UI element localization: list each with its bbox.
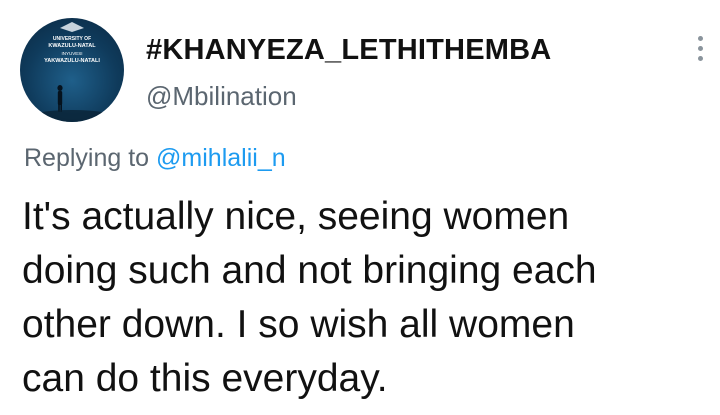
tweet-text: It's actually nice, seeing women doing s… — [22, 195, 597, 400]
university-logo-avatar-icon: UNIVERSITY OF KWAZULU-NATAL INYUVESI YAK… — [26, 22, 118, 122]
replying-to-line: Replying to @mihlalii_n — [24, 144, 286, 173]
reply-mention-link[interactable]: @mihlalii_n — [156, 144, 286, 172]
avatar-text-line-4: YAKWAZULU-NATALI — [44, 58, 100, 64]
avatar-text-line-3: INYUVESI — [61, 51, 82, 56]
reply-prefix: Replying to — [24, 144, 150, 172]
avatar-text-line-2: KWAZULU-NATAL — [48, 43, 96, 49]
avatar-text-line-1: UNIVERSITY OF — [53, 36, 91, 42]
tweet-card: UNIVERSITY OF KWAZULU-NATAL INYUVESI YAK… — [0, 0, 720, 415]
display-name[interactable]: #KHANYEZA_LETHITHEMBA — [146, 34, 551, 67]
user-handle[interactable]: @Mbilination — [146, 81, 297, 112]
more-vertical-icon[interactable] — [692, 36, 708, 72]
avatar[interactable]: UNIVERSITY OF KWAZULU-NATAL INYUVESI YAK… — [20, 18, 124, 122]
